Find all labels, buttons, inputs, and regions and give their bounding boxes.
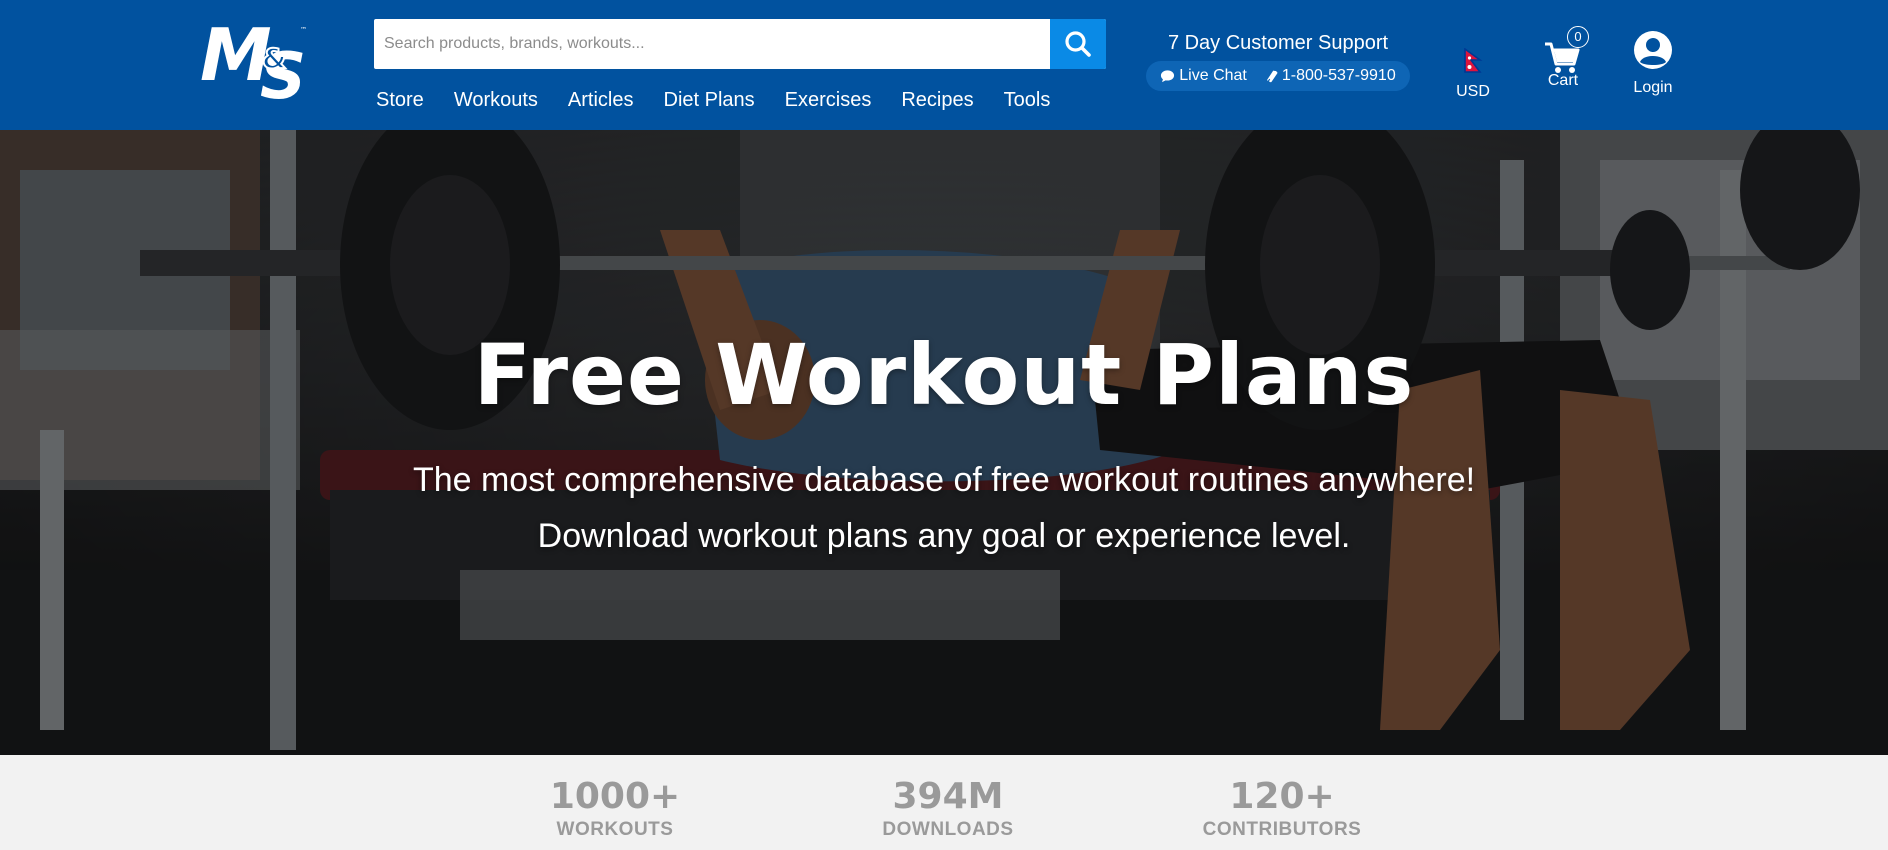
stat-contributors: 120+ CONTRIBUTORS: [1152, 777, 1412, 841]
search-bar: [374, 19, 1106, 69]
stat-label: CONTRIBUTORS: [1202, 819, 1362, 840]
stats-bar: 1000+ WORKOUTS 394M DOWNLOADS 120+ CONTR…: [0, 755, 1888, 850]
stat-value: 120+: [1229, 776, 1335, 817]
nav-item-tools[interactable]: Tools: [1004, 86, 1051, 116]
nav-item-recipes[interactable]: Recipes: [901, 86, 973, 116]
nav-item-workouts[interactable]: Workouts: [454, 86, 538, 116]
currency-label: USD: [1456, 83, 1490, 100]
main-nav: Store Workouts Articles Diet Plans Exerc…: [376, 86, 1080, 116]
cart-count-badge: 0: [1567, 26, 1589, 48]
hero-subtitle-line-1: The most comprehensive database of free …: [412, 461, 1476, 499]
stat-downloads: 394M DOWNLOADS: [818, 777, 1078, 841]
live-chat-link[interactable]: Live Chat: [1160, 67, 1247, 85]
ms-logo-icon: M S & ™: [200, 13, 307, 114]
hero-subtitle-line-2: Download workout plans any goal or exper…: [537, 517, 1351, 555]
stat-label: DOWNLOADS: [882, 819, 1014, 840]
nav-item-diet-plans[interactable]: Diet Plans: [664, 86, 755, 116]
bench-press-background-image: [0, 130, 1888, 755]
search-icon: [1065, 31, 1091, 57]
phone-number: 1-800-537-9910: [1281, 67, 1396, 84]
nepal-flag-icon: [1464, 47, 1483, 73]
phone-icon: [1266, 70, 1278, 82]
stat-workouts: 1000+ WORKOUTS: [485, 777, 745, 841]
search-input[interactable]: [374, 19, 1050, 69]
nav-item-articles[interactable]: Articles: [568, 86, 634, 116]
stat-label: WORKOUTS: [556, 819, 674, 840]
stat-value: 1000+: [549, 776, 681, 817]
customer-support: 7 Day Customer Support Live Chat 1-800-5…: [1146, 30, 1410, 91]
hero-banner: Free Workout Plans The most comprehensiv…: [0, 130, 1888, 755]
hero-subtitle: The most comprehensive database of free …: [0, 452, 1888, 564]
site-logo[interactable]: M S & ™: [200, 13, 336, 114]
live-chat-label: Live Chat: [1179, 67, 1247, 84]
search-button[interactable]: [1050, 19, 1106, 69]
svg-text:™: ™: [300, 26, 307, 34]
cart-button[interactable]: 0 Cart: [1528, 26, 1598, 90]
login-label: Login: [1633, 79, 1673, 96]
login-button[interactable]: Login: [1618, 28, 1688, 97]
svg-text:&: &: [262, 42, 286, 75]
nav-item-exercises[interactable]: Exercises: [785, 86, 872, 116]
support-contact-pill: Live Chat 1-800-537-9910: [1146, 61, 1410, 91]
support-title: 7 Day Customer Support: [1167, 32, 1389, 54]
stat-value: 394M: [892, 776, 1004, 817]
chat-bubble-icon: [1161, 69, 1175, 82]
user-avatar-icon: [1634, 31, 1672, 69]
nav-item-store[interactable]: Store: [376, 86, 424, 116]
currency-selector[interactable]: USD: [1438, 28, 1508, 101]
hero-title: Free Workout Plans: [473, 326, 1415, 424]
site-header: M S & ™ Store Workouts Articles Diet Pla…: [0, 0, 1888, 130]
phone-link[interactable]: 1-800-537-9910: [1265, 67, 1396, 85]
